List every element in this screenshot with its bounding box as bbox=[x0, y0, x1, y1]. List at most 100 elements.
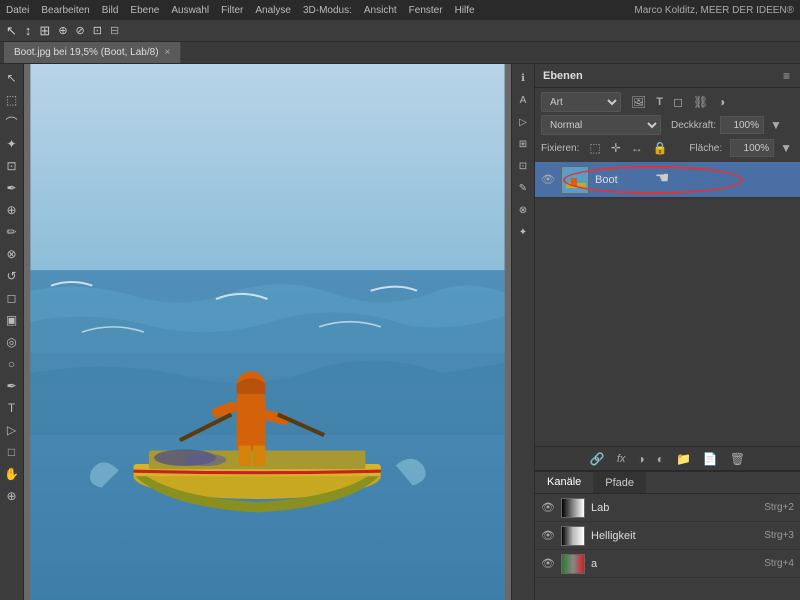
tab-bar: Boot.jpg bei 19,5% (Boot, Lab/8) × bbox=[0, 42, 800, 64]
tab-close-button[interactable]: × bbox=[165, 47, 171, 58]
menu-ansicht[interactable]: Ansicht bbox=[364, 5, 397, 16]
layer-item-boot[interactable]: 👁 Boot ☛ bbox=[535, 162, 800, 198]
fixieren-row: Fixieren: ⬚ ✛ ↔ 🔒 Fläche: ▼ bbox=[541, 138, 794, 158]
mid-tools-strip: ℹ A ▷ ⊞ ⊡ ✎ ⊗ ✦ bbox=[511, 64, 535, 600]
layers-panel-header: Ebenen ≡ bbox=[535, 64, 800, 88]
zoom-tool[interactable]: ⊕ bbox=[2, 486, 22, 506]
channel-shortcut-a: Strg+4 bbox=[764, 558, 794, 569]
lasso-tool[interactable]: ⌒ bbox=[2, 112, 22, 132]
fix-icon-1[interactable]: ⬚ bbox=[587, 139, 602, 157]
art-dropdown[interactable]: Art bbox=[541, 92, 621, 112]
healing-tool[interactable]: ⊕ bbox=[2, 200, 22, 220]
channel-item-helligkeit[interactable]: 👁 Helligkeit Strg+3 bbox=[535, 522, 800, 550]
flaeche-label: Fläche: bbox=[689, 143, 722, 154]
fix-icon-3[interactable]: ↔ bbox=[629, 139, 645, 157]
clone-tool[interactable]: ⊗ bbox=[2, 244, 22, 264]
fix-icon-lock[interactable]: 🔒 bbox=[651, 139, 670, 157]
menu-filter[interactable]: Filter bbox=[221, 5, 243, 16]
icon-image[interactable]: 🖼 bbox=[629, 93, 648, 111]
mid-icon-1[interactable]: ℹ bbox=[513, 68, 533, 88]
menu-ebene[interactable]: Ebene bbox=[130, 5, 159, 16]
channel-item-lab[interactable]: 👁 Lab Strg+2 bbox=[535, 494, 800, 522]
layer-thumbnail-boot bbox=[561, 166, 589, 194]
toolbar-icon-1: ↖ bbox=[6, 23, 17, 39]
tab-pfade[interactable]: Pfade bbox=[593, 472, 646, 493]
icon-shape[interactable]: ◻ bbox=[671, 93, 685, 111]
mid-icon-8[interactable]: ✦ bbox=[513, 222, 533, 242]
mid-icon-7[interactable]: ⊗ bbox=[513, 200, 533, 220]
layer-controls: Art 🖼 T ◻ ⛓ ◑ Normal Deckkraft: ▼ bbox=[535, 88, 800, 162]
toolbar-icon-3: ⊞ bbox=[39, 23, 50, 39]
deckkraft-arrow[interactable]: ▼ bbox=[768, 116, 784, 134]
path-select-tool[interactable]: ▷ bbox=[2, 420, 22, 440]
fix-icon-2[interactable]: ✛ bbox=[609, 139, 623, 157]
pen-tool[interactable]: ✒ bbox=[2, 376, 22, 396]
eraser-tool[interactable]: ◻ bbox=[2, 288, 22, 308]
icon-link[interactable]: ⛓ bbox=[691, 93, 710, 111]
mid-icon-5[interactable]: ⊡ bbox=[513, 156, 533, 176]
channels-tabs: Kanäle Pfade bbox=[535, 472, 800, 494]
layer-panel-icons: 🖼 T ◻ ⛓ ◑ bbox=[629, 93, 727, 111]
menu-3d[interactable]: 3D-Modus: bbox=[303, 5, 352, 16]
menu-analyse[interactable]: Analyse bbox=[255, 5, 291, 16]
footer-fx-icon[interactable]: fx bbox=[617, 453, 626, 465]
blend-mode-dropdown[interactable]: Normal bbox=[541, 115, 661, 135]
mid-icon-3[interactable]: ▷ bbox=[513, 112, 533, 132]
text-tool[interactable]: T bbox=[2, 398, 22, 418]
toolbar-icon-4: ⊕ bbox=[58, 24, 67, 37]
footer-mask-icon[interactable]: ◑ bbox=[637, 452, 644, 466]
deckkraft-label: Deckkraft: bbox=[671, 120, 716, 131]
menu-hilfe[interactable]: Hilfe bbox=[455, 5, 475, 16]
menu-fenster[interactable]: Fenster bbox=[409, 5, 443, 16]
channel-thumb-lab bbox=[561, 498, 585, 518]
flaeche-arrow[interactable]: ▼ bbox=[778, 139, 794, 157]
mid-icon-2[interactable]: A bbox=[513, 90, 533, 110]
menu-datei[interactable]: Datei bbox=[6, 5, 29, 16]
icon-mask[interactable]: ◑ bbox=[716, 93, 727, 111]
eyedropper-tool[interactable]: ✒ bbox=[2, 178, 22, 198]
panel-icon-1[interactable]: ≡ bbox=[781, 67, 792, 85]
footer-adjustment-icon[interactable]: ◐ bbox=[657, 452, 664, 466]
footer-link-icon[interactable]: 🔗 bbox=[590, 452, 605, 466]
magic-wand-tool[interactable]: ✦ bbox=[2, 134, 22, 154]
layer-visibility-boot[interactable]: 👁 bbox=[541, 173, 555, 187]
tab-filename: Boot.jpg bei 19,5% (Boot, Lab/8) bbox=[14, 47, 159, 58]
blur-tool[interactable]: ◎ bbox=[2, 332, 22, 352]
channel-vis-helligkeit[interactable]: 👁 bbox=[541, 529, 555, 543]
fixieren-label: Fixieren: bbox=[541, 143, 579, 154]
channel-list: 👁 Lab Strg+2 👁 Helligkeit Strg+3 👁 a Str… bbox=[535, 494, 800, 578]
deckkraft-input[interactable] bbox=[720, 116, 764, 134]
mid-icon-6[interactable]: ✎ bbox=[513, 178, 533, 198]
channel-vis-a[interactable]: 👁 bbox=[541, 557, 555, 571]
mid-icon-4[interactable]: ⊞ bbox=[513, 134, 533, 154]
flaeche-input[interactable] bbox=[730, 139, 774, 157]
history-tool[interactable]: ↺ bbox=[2, 266, 22, 286]
footer-folder-icon[interactable]: 📁 bbox=[676, 452, 691, 466]
toolbar-icon-2: ↕ bbox=[25, 23, 32, 38]
hand-tool[interactable]: ✋ bbox=[2, 464, 22, 484]
document-tab[interactable]: Boot.jpg bei 19,5% (Boot, Lab/8) × bbox=[4, 42, 181, 63]
shape-tool[interactable]: □ bbox=[2, 442, 22, 462]
blend-mode-row: Normal Deckkraft: ▼ bbox=[541, 115, 794, 135]
channel-vis-lab[interactable]: 👁 bbox=[541, 501, 555, 515]
channel-name-lab: Lab bbox=[591, 502, 758, 514]
crop-tool[interactable]: ⊡ bbox=[2, 156, 22, 176]
channel-thumb-a bbox=[561, 554, 585, 574]
canvas-area bbox=[24, 64, 511, 600]
marquee-tool[interactable]: ⬚ bbox=[2, 90, 22, 110]
menu-auswahl[interactable]: Auswahl bbox=[171, 5, 209, 16]
brush-tool[interactable]: ✏ bbox=[2, 222, 22, 242]
footer-delete-icon[interactable]: 🗑 bbox=[730, 452, 745, 466]
footer-newlayer-icon[interactable]: 📄 bbox=[703, 452, 718, 466]
layers-panel-footer: 🔗 fx ◑ ◐ 📁 📄 🗑 bbox=[535, 446, 800, 470]
gradient-tool[interactable]: ▣ bbox=[2, 310, 22, 330]
panel-header-icons: ≡ bbox=[781, 67, 792, 85]
move-tool[interactable]: ↖ bbox=[2, 68, 22, 88]
toolbar-icon-5: ⊘ bbox=[76, 24, 85, 37]
channel-item-a[interactable]: 👁 a Strg+4 bbox=[535, 550, 800, 578]
dodge-tool[interactable]: ○ bbox=[2, 354, 22, 374]
options-bar: ↖ ↕ ⊞ ⊕ ⊘ ⊡ ⊟ bbox=[0, 20, 800, 42]
tab-kanaele[interactable]: Kanäle bbox=[535, 472, 593, 493]
menu-bearbeiten[interactable]: Bearbeiten bbox=[41, 5, 89, 16]
menu-bild[interactable]: Bild bbox=[102, 5, 119, 16]
